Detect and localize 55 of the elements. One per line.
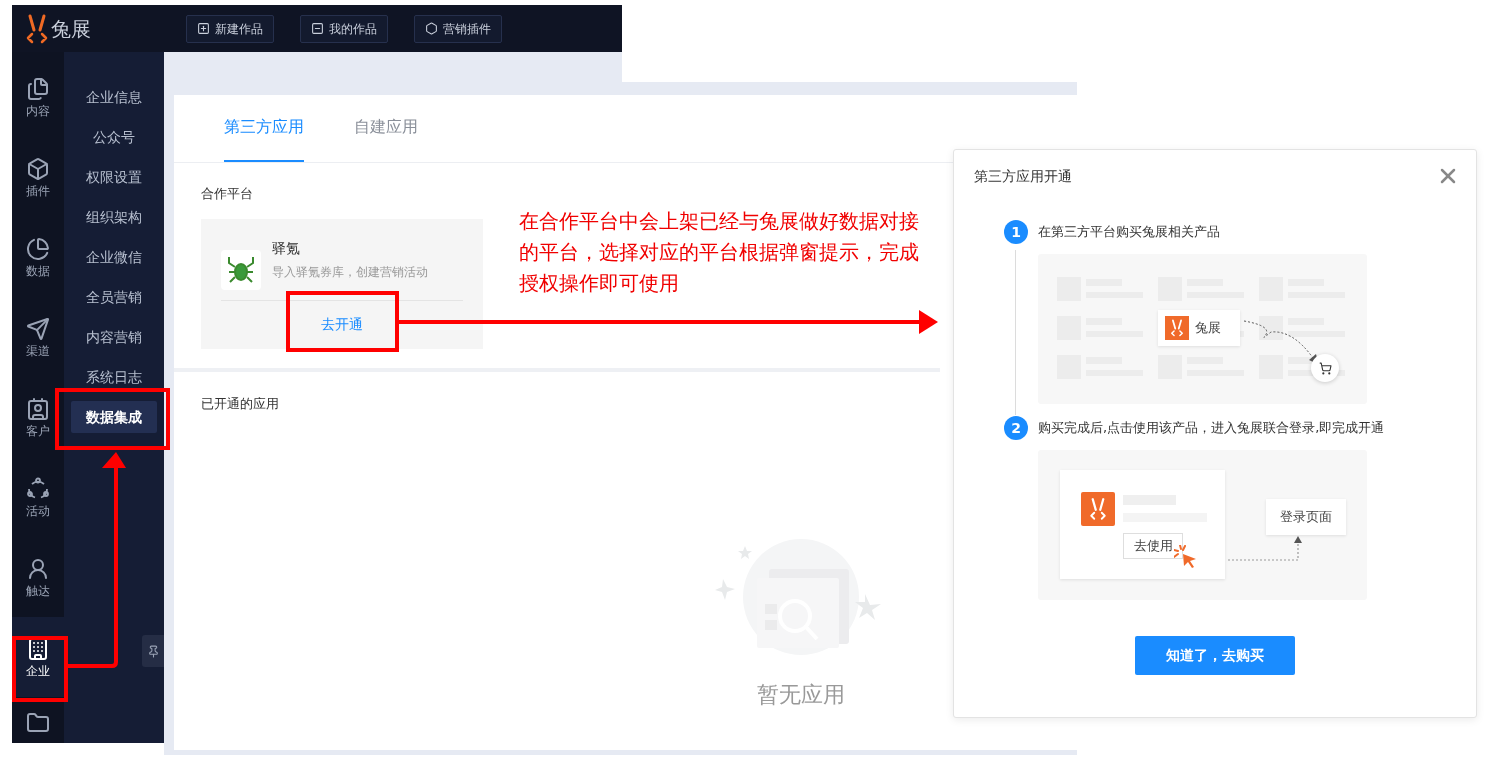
rail-item[interactable]: 触达 — [12, 537, 64, 617]
submenu-item[interactable]: 全员营销 — [71, 281, 157, 313]
rabbit-logo-icon — [1089, 497, 1107, 521]
folder-icon — [26, 711, 50, 735]
spider-icon — [227, 254, 255, 285]
pin-icon — [146, 644, 160, 658]
activity-icon — [26, 477, 50, 501]
rail-item[interactable]: 活动 — [12, 457, 64, 537]
logo-text: 兔展 — [51, 18, 91, 39]
paper-plane-icon — [26, 317, 50, 341]
submenu-item[interactable]: 企业微信 — [71, 241, 157, 273]
pie-chart-icon — [26, 237, 50, 261]
minus-square-icon — [311, 22, 324, 35]
rail-item[interactable]: 客户 — [12, 377, 64, 457]
annotation-note: 在合作平台中会上架已经与兔展做好数据对接的平台，选择对应的平台根据弹窗提示，完成授权操作即可使用 — [519, 209, 920, 297]
rail-item[interactable]: 企业 — [12, 617, 64, 697]
submenu-item[interactable]: 公众号 — [71, 121, 157, 153]
step-number: 2 — [1004, 416, 1028, 440]
pin-button[interactable] — [142, 635, 164, 667]
submenu-item[interactable]: 内容营销 — [71, 321, 157, 353]
app-description: 导入驿氪券库，创建营销活动 — [272, 264, 428, 281]
rail-item[interactable]: 内容 — [12, 57, 64, 137]
submenu-item[interactable]: 组织架构 — [71, 201, 157, 233]
hexagon-icon — [425, 22, 438, 35]
product-card: 兔展 — [1158, 310, 1240, 346]
person-icon — [26, 557, 50, 581]
app-name: 驿氪 — [272, 239, 301, 258]
section-title: 合作平台 — [201, 185, 254, 203]
cube-icon — [26, 157, 50, 181]
dialog-title: 第三方应用开通 — [974, 166, 1072, 186]
contact-card-icon — [26, 397, 50, 421]
toolbar-button[interactable]: 我的作品 — [300, 14, 388, 43]
rail-item[interactable]: 插件 — [12, 137, 64, 217]
plus-square-icon — [197, 22, 210, 35]
step-text: 购买完成后,点击使用该产品，进入兔展联合登录,即完成开通 — [1038, 419, 1385, 438]
section-title: 已开通的应用 — [201, 395, 280, 413]
building-icon — [26, 637, 50, 661]
rail-item[interactable]: 渠道 — [12, 297, 64, 377]
empty-state-text: 暂无应用 — [757, 680, 845, 709]
toolbar-button[interactable]: 新建作品 — [186, 14, 274, 43]
documents-icon — [26, 77, 50, 101]
click-cursor-icon — [1174, 545, 1198, 569]
cart-icon — [1318, 361, 1332, 375]
submenu-item[interactable]: 数据集成 — [71, 401, 157, 433]
step-number: 1 — [1004, 220, 1028, 244]
rabbit-logo-icon — [1170, 319, 1184, 337]
rail-item[interactable]: 数据 — [12, 217, 64, 297]
submenu-item[interactable]: 系统日志 — [71, 361, 157, 393]
toolbar-button[interactable]: 营销插件 — [414, 14, 502, 43]
login-page-card: 登录页面 — [1266, 499, 1346, 535]
highlight-frame — [12, 636, 68, 702]
rabbit-logo-icon — [25, 13, 49, 44]
submenu-item[interactable]: 企业信息 — [71, 81, 157, 113]
submenu-item[interactable]: 权限设置 — [71, 161, 157, 193]
step-text: 在第三方平台购买兔展相关产品 — [1038, 223, 1220, 242]
